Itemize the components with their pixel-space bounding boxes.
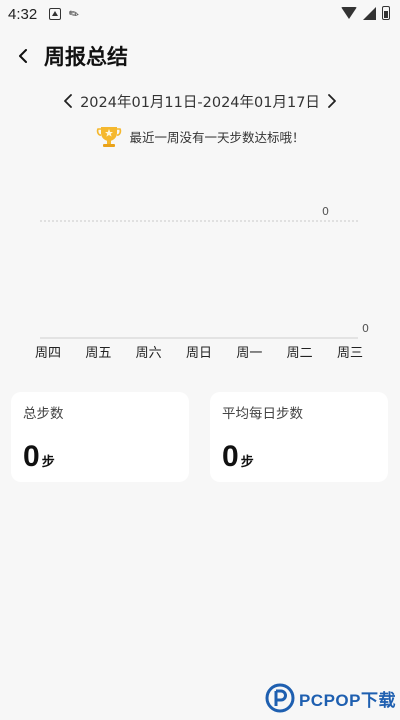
total-steps-value: 0 <box>23 440 40 473</box>
pcpop-watermark: PCPOP下载 <box>265 680 396 716</box>
total-steps-value-row: 0 步 <box>23 440 177 474</box>
page-title: 周报总结 <box>44 45 128 69</box>
chevron-left-icon <box>19 49 27 63</box>
back-button[interactable] <box>8 41 38 71</box>
average-steps-value-row: 0 步 <box>222 440 376 474</box>
average-steps-label: 平均每日步数 <box>222 406 303 422</box>
status-right-icons <box>341 6 390 20</box>
total-steps-card: 总步数 0 步 <box>11 392 189 482</box>
average-steps-unit: 步 <box>240 455 254 470</box>
x-axis-labels: 周四 周五 周六 周日 周一 周二 周三 <box>0 342 400 362</box>
x-tick-label: 周二 <box>286 346 313 361</box>
x-tick-label: 周一 <box>236 346 263 361</box>
header: 周报总结 <box>0 36 400 76</box>
x-tick-label: 周四 <box>34 346 62 361</box>
goal-notice: 最近一周没有一天步数达标哦！ <box>0 122 400 150</box>
x-tick-label: 周三 <box>336 346 364 361</box>
x-tick-label: 周日 <box>185 346 213 361</box>
battery-icon <box>382 6 390 20</box>
date-range-selector: 2024年01月11日-2024年01月17日 <box>0 88 400 114</box>
total-steps-unit: 步 <box>41 455 55 470</box>
notification-image-icon <box>49 8 62 20</box>
chevron-right-icon <box>328 94 336 108</box>
average-steps-value: 0 <box>222 440 239 473</box>
notice-text: 最近一周没有一天步数达标哦！ <box>129 129 305 145</box>
x-tick-label: 周五 <box>85 346 112 361</box>
signal-icon <box>363 6 376 20</box>
x-tick-label: 周六 <box>135 346 162 361</box>
status-left-icons: ✎ <box>49 5 83 23</box>
average-steps-card: 平均每日步数 0 步 <box>210 392 388 482</box>
date-range-text: 2024年01月11日-2024年01月17日 <box>80 94 320 111</box>
wifi-icon <box>341 7 357 19</box>
next-week-button[interactable] <box>324 91 340 111</box>
chevron-left-icon <box>64 94 72 108</box>
status-time: 4:32 <box>8 5 38 23</box>
total-steps-label: 总步数 <box>23 406 64 422</box>
notification-pen-icon: ✎ <box>66 5 83 23</box>
pcpop-logo-icon <box>265 683 295 713</box>
y-tick-label-bottom: 0 <box>362 322 369 335</box>
chart-svg <box>40 220 358 339</box>
weekly-steps-chart: 0 0 周四 周五 周六 周日 周一 周二 周三 <box>0 190 400 365</box>
trophy-icon <box>97 127 122 147</box>
previous-week-button[interactable] <box>60 91 76 111</box>
watermark-text: PCPOP下载 <box>298 690 396 710</box>
status-bar: 4:32 ✎ <box>0 0 400 28</box>
y-tick-label-top: 0 <box>322 205 329 218</box>
